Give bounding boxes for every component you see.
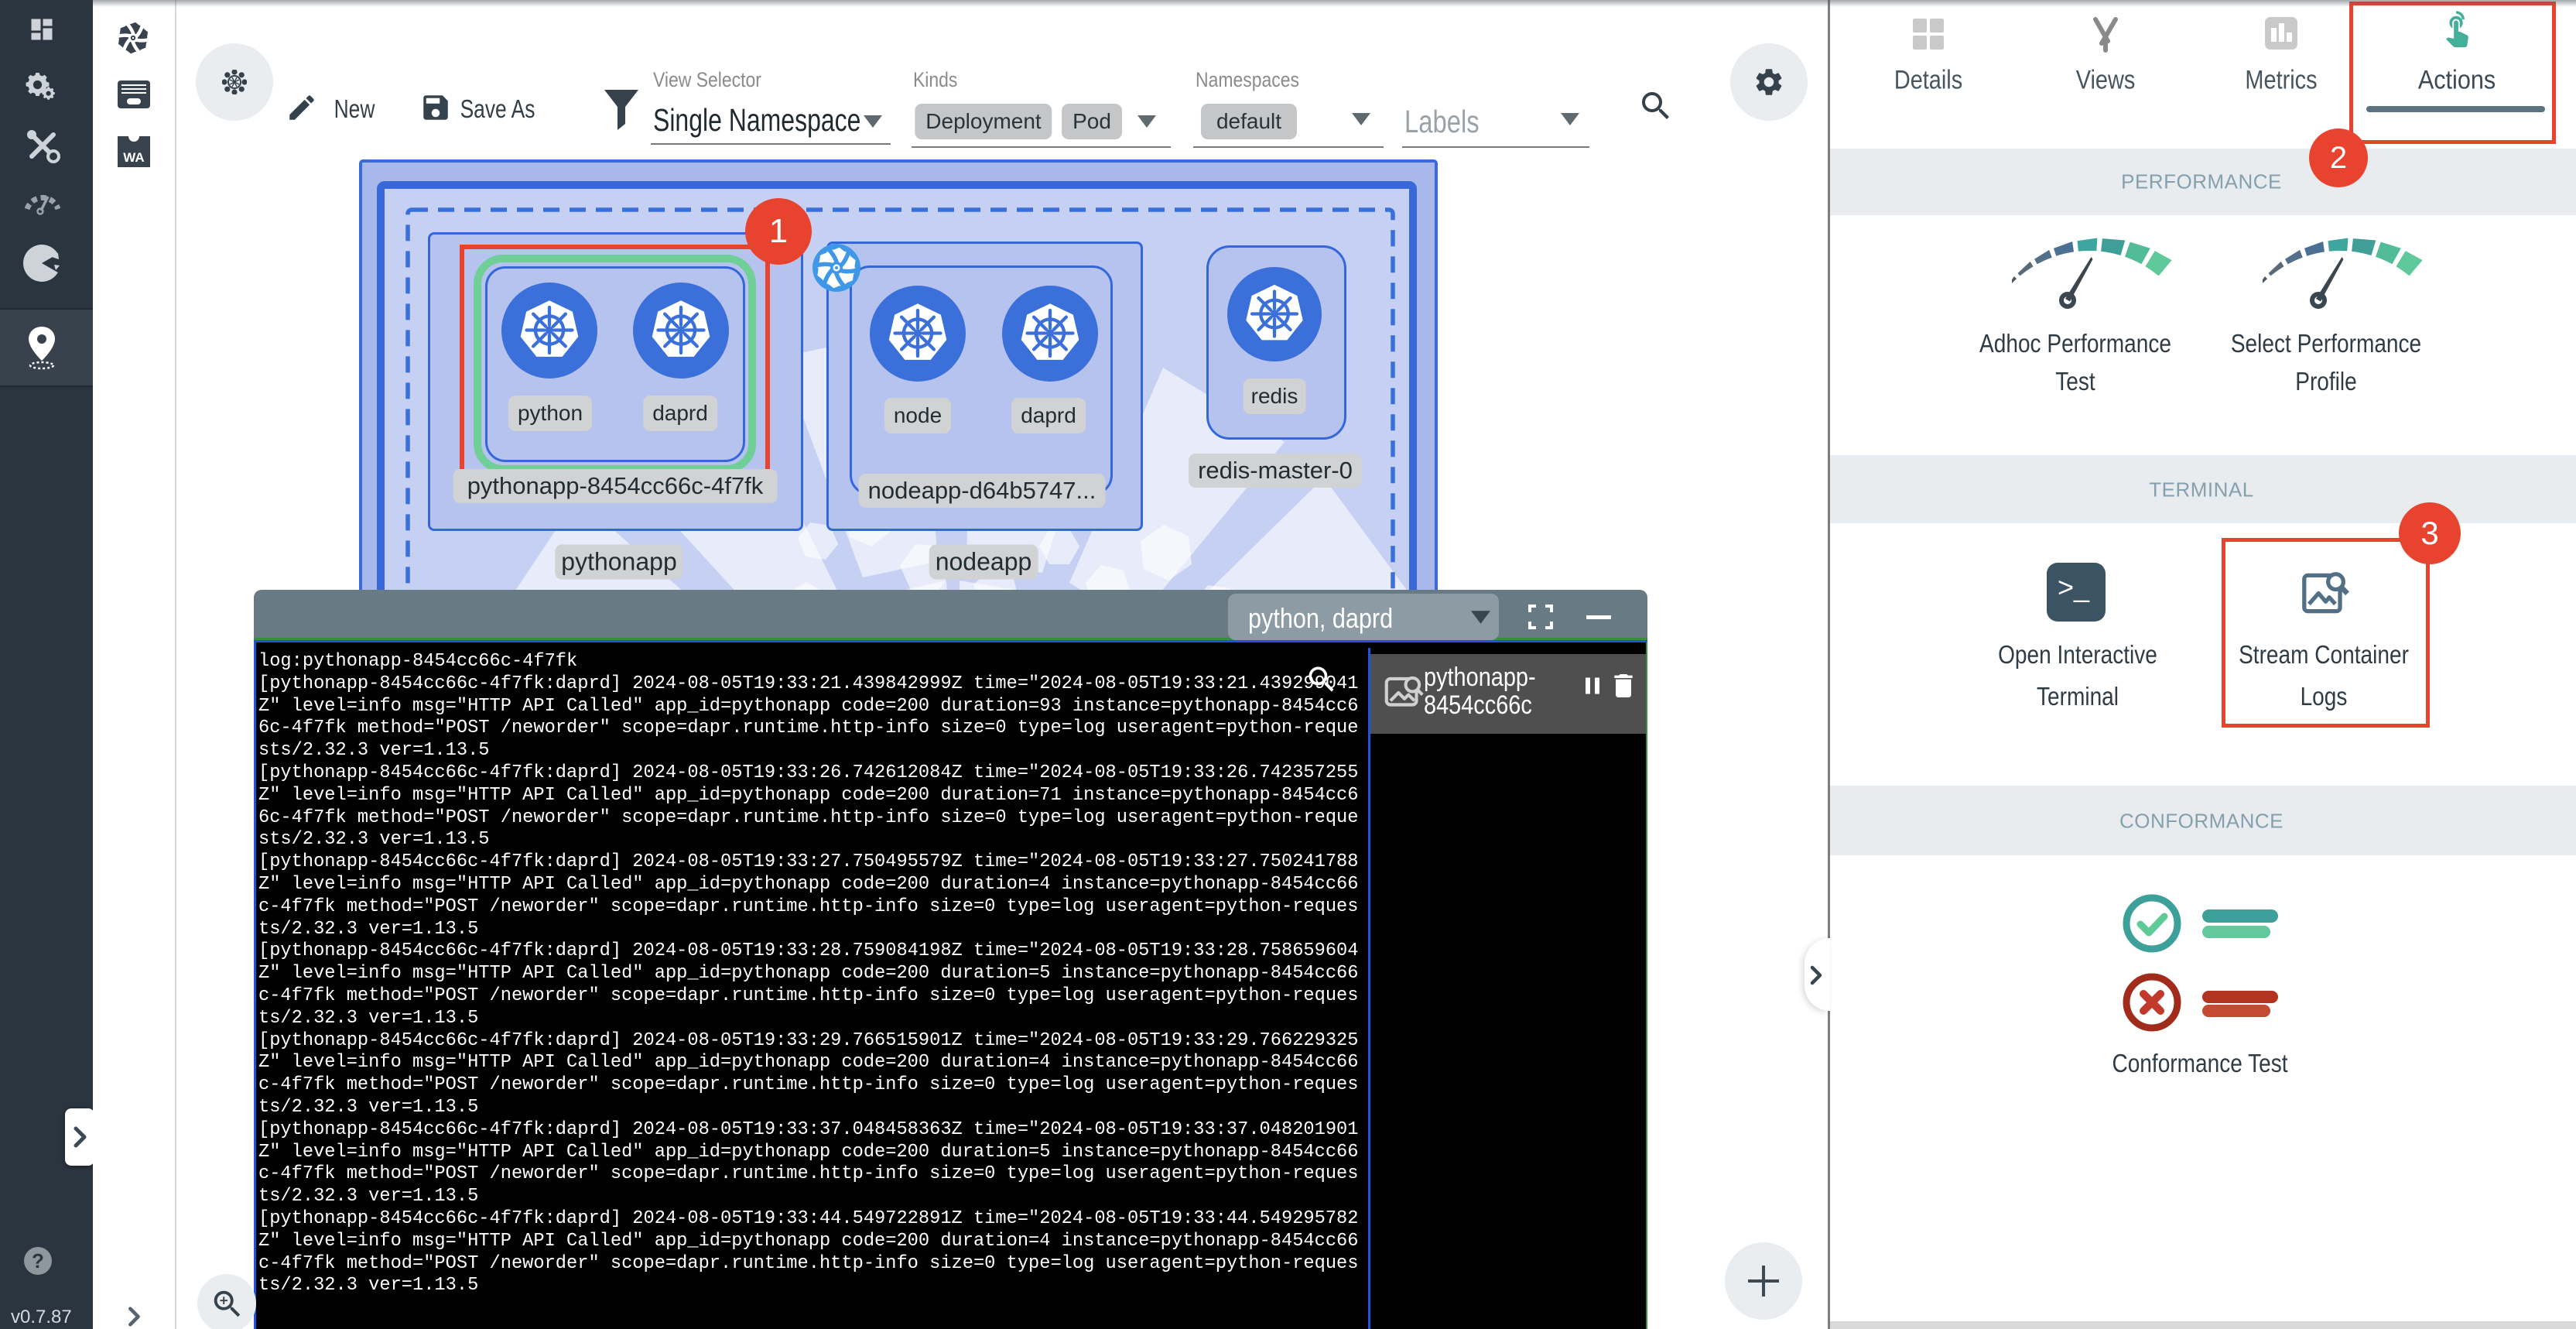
svg-text:WA: WA bbox=[123, 150, 144, 165]
